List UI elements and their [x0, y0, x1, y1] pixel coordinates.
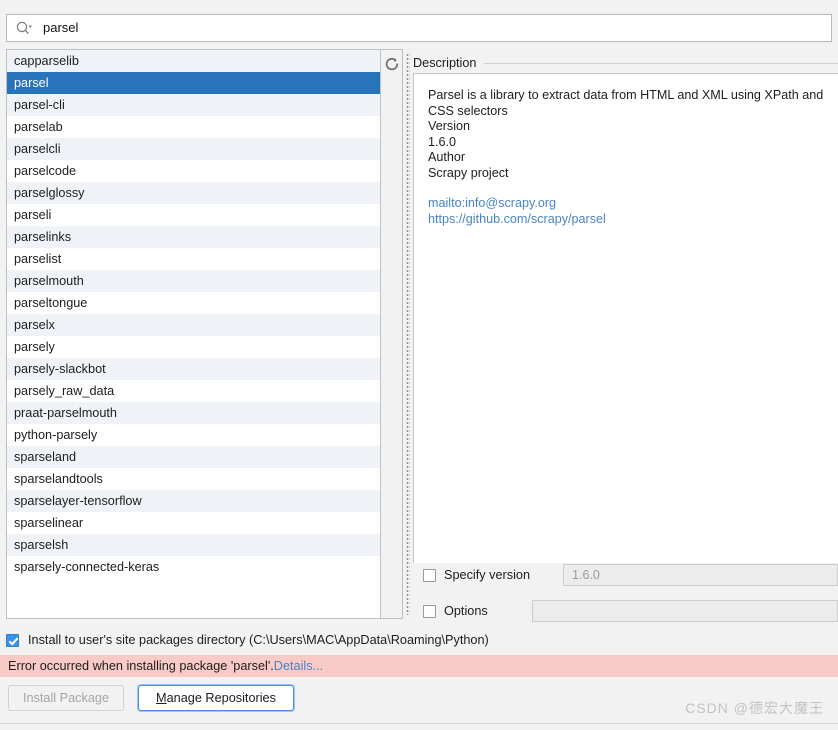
description-version-label: Version: [428, 119, 471, 133]
refresh-icon[interactable]: [383, 55, 401, 73]
description-summary: Parsel is a library to extract data from…: [428, 88, 827, 118]
manage-repositories-button[interactable]: Manage Repositories: [138, 685, 294, 711]
description-title: Description: [413, 56, 477, 70]
package-list-item[interactable]: sparsely-connected-keras: [7, 556, 380, 578]
package-list-item[interactable]: parselmouth: [7, 270, 380, 292]
package-list-item[interactable]: praat-parselmouth: [7, 402, 380, 424]
package-list-item[interactable]: sparselsh: [7, 534, 380, 556]
specify-version-checkbox[interactable]: [423, 568, 436, 582]
description-panel: Description Parsel is a library to extra…: [413, 49, 838, 622]
description-author-label: Author: [428, 150, 466, 164]
package-list-item[interactable]: sparselandtools: [7, 468, 380, 490]
specify-version-label: Specify version: [444, 568, 531, 582]
package-list-item[interactable]: parsely_raw_data: [7, 380, 380, 402]
description-group-header: Description: [413, 54, 838, 72]
package-list-item[interactable]: sparseland: [7, 446, 380, 468]
manage-repositories-mnemonic: M: [156, 691, 167, 705]
error-message: Error occurred when installing package '…: [8, 659, 274, 673]
manage-repositories-label: anage Repositories: [166, 691, 276, 705]
options-row: Options: [413, 600, 838, 622]
watermark: CSDN @德宏大魔王: [685, 700, 824, 716]
error-status-bar: Error occurred when installing package '…: [0, 655, 838, 677]
package-list-panel[interactable]: capparselib parsel parsel-cli parselab parse…: [6, 49, 381, 619]
package-list-item[interactable]: sparselinear: [7, 512, 380, 534]
package-list-item[interactable]: parselx: [7, 314, 380, 336]
window-bottom-edge: [0, 723, 838, 724]
package-list-item[interactable]: parselist: [7, 248, 380, 270]
package-list-item[interactable]: parseltongue: [7, 292, 380, 314]
install-to-user-label: Install to user's site packages director…: [28, 633, 489, 647]
package-list-item[interactable]: parsely-slackbot: [7, 358, 380, 380]
package-list-item[interactable]: parsely: [7, 336, 380, 358]
description-author-value: Scrapy project: [428, 165, 509, 180]
panel-splitter[interactable]: [403, 49, 413, 619]
description-content: Parsel is a library to extract data from…: [413, 73, 838, 563]
package-list[interactable]: capparselib parsel parsel-cli parselab parse…: [7, 50, 380, 618]
package-list-item[interactable]: parselglossy: [7, 182, 380, 204]
specify-version-row: Specify version 1.6.0: [413, 564, 838, 586]
package-list-item[interactable]: parsel-cli: [7, 94, 380, 116]
package-manager-window: capparselibparselparsel-cliparselabparse…: [0, 0, 838, 730]
package-list-item[interactable]: parselcli: [7, 138, 380, 160]
package-list-item[interactable]: parselinks: [7, 226, 380, 248]
description-version-value: 1.6.0: [428, 134, 457, 149]
package-list-item[interactable]: python-parsely: [7, 424, 380, 446]
install-to-user-checkbox[interactable]: [6, 633, 19, 647]
search-icon: [15, 20, 33, 36]
install-package-button[interactable]: Install Package: [8, 685, 124, 711]
button-row: Install Package Manage Repositories: [8, 685, 294, 711]
error-details-link[interactable]: Details...: [274, 659, 323, 673]
options-input[interactable]: [531, 600, 838, 622]
package-list-sidebar: [381, 49, 403, 619]
package-list-item[interactable]: parseli: [7, 204, 380, 226]
package-list-item[interactable]: capparselib: [7, 50, 380, 72]
search-input[interactable]: [43, 18, 825, 38]
package-list-item[interactable]: parselab: [7, 116, 380, 138]
specify-version-input[interactable]: 1.6.0: [563, 564, 838, 586]
package-list-item[interactable]: parsel: [7, 72, 380, 94]
options-label: Options: [444, 604, 488, 618]
package-list-item[interactable]: parselcode: [7, 160, 380, 182]
splitter-grip: [406, 53, 410, 615]
search-bar[interactable]: [6, 14, 832, 42]
install-to-user-row[interactable]: Install to user's site packages director…: [6, 631, 489, 649]
description-homepage-link[interactable]: https://github.com/scrapy/parsel: [428, 212, 828, 228]
description-mailto-link[interactable]: mailto:info@scrapy.org: [428, 196, 828, 212]
package-list-item[interactable]: sparselayer-tensorflow: [7, 490, 380, 512]
options-checkbox[interactable]: [423, 604, 436, 618]
group-divider: [484, 62, 838, 64]
